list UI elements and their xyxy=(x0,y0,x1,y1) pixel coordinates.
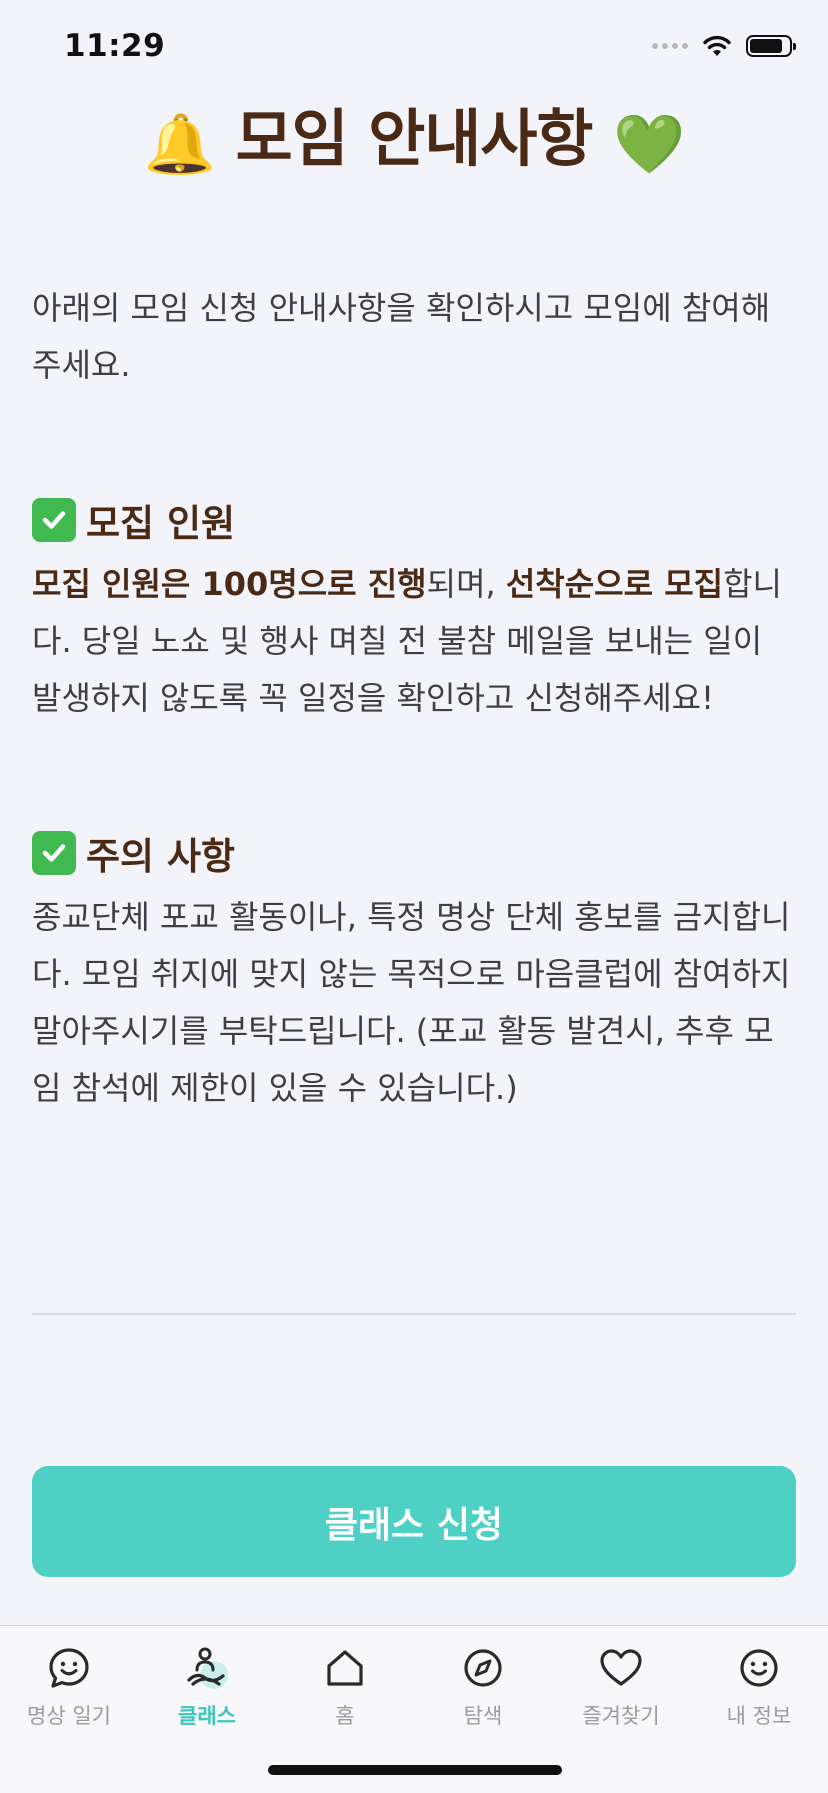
tab-home[interactable]: 홈 xyxy=(276,1626,414,1746)
divider xyxy=(32,1313,796,1315)
wifi-icon xyxy=(703,35,731,56)
status-bar: 11:29 xyxy=(0,0,828,100)
status-time: 11:29 xyxy=(64,28,166,64)
meditation-person-icon xyxy=(183,1644,231,1692)
tab-meditation-diary[interactable]: 명상 일기 xyxy=(0,1626,138,1746)
tab-class[interactable]: 클래스 xyxy=(138,1626,276,1746)
compass-icon xyxy=(459,1644,507,1692)
tab-explore[interactable]: 탐색 xyxy=(414,1626,552,1746)
chat-smile-icon xyxy=(45,1644,93,1692)
body-text: 종교단체 포교 활동이나, 특정 명상 단체 홍보를 금지합니다. 모임 취지에… xyxy=(32,898,791,1107)
tab-label: 명상 일기 xyxy=(27,1704,111,1728)
section-recruitment: 모집 인원 모집 인원은 100명으로 진행되며, 선착순으로 모집합니다. 당… xyxy=(32,492,798,727)
home-icon xyxy=(321,1644,369,1692)
body-text: 되며, xyxy=(426,565,506,603)
apply-class-button[interactable]: 클래스 신청 xyxy=(32,1466,796,1577)
home-indicator[interactable] xyxy=(268,1765,562,1775)
bell-icon: 🔔 xyxy=(143,110,216,178)
tab-label: 탐색 xyxy=(463,1704,503,1728)
battery-icon xyxy=(746,35,796,57)
status-icons xyxy=(652,34,796,58)
page-title-text: 모임 안내사항 xyxy=(235,102,594,175)
section-caution: 주의 사항 종교단체 포교 활동이나, 특정 명상 단체 홍보를 금지합니다. … xyxy=(32,825,798,1117)
notice-content: 아래의 모임 신청 안내사항을 확인하시고 모임에 참여해주세요. 모집 인원 … xyxy=(32,280,798,1117)
body-emphasis: 선착순으로 모집 xyxy=(505,565,724,603)
cellular-signal-icon xyxy=(652,43,688,49)
section-heading: 주의 사항 xyxy=(32,825,798,881)
tab-label: 홈 xyxy=(335,1704,355,1728)
section-heading: 모집 인원 xyxy=(32,492,798,548)
tab-favorites[interactable]: 즐겨찾기 xyxy=(552,1626,690,1746)
green-heart-icon: 💚 xyxy=(613,110,685,178)
checkmark-icon xyxy=(32,498,76,542)
section-heading-text: 모집 인원 xyxy=(86,502,236,545)
section-heading-text: 주의 사항 xyxy=(86,835,236,878)
checkmark-icon xyxy=(32,831,76,875)
tab-label: 내 정보 xyxy=(726,1704,792,1728)
tab-label: 클래스 xyxy=(178,1704,236,1728)
body-emphasis: 모집 인원은 100명으로 진행 xyxy=(32,565,427,603)
smile-face-icon xyxy=(735,1644,783,1692)
tab-bar: 명상 일기 클래스 홈 탐색 즐겨찾기 내 정보 xyxy=(0,1625,828,1793)
intro-text: 아래의 모임 신청 안내사항을 확인하시고 모임에 참여해주세요. xyxy=(32,289,771,384)
page-title: 🔔 모임 안내사항 💚 xyxy=(0,88,828,179)
tab-label: 즐겨찾기 xyxy=(582,1704,660,1728)
section-body: 종교단체 포교 활동이나, 특정 명상 단체 홍보를 금지합니다. 모임 취지에… xyxy=(32,889,798,1117)
heart-icon xyxy=(597,1644,645,1692)
section-body: 모집 인원은 100명으로 진행되며, 선착순으로 모집합니다. 당일 노쇼 및… xyxy=(32,556,798,727)
tab-my-info[interactable]: 내 정보 xyxy=(690,1626,828,1746)
